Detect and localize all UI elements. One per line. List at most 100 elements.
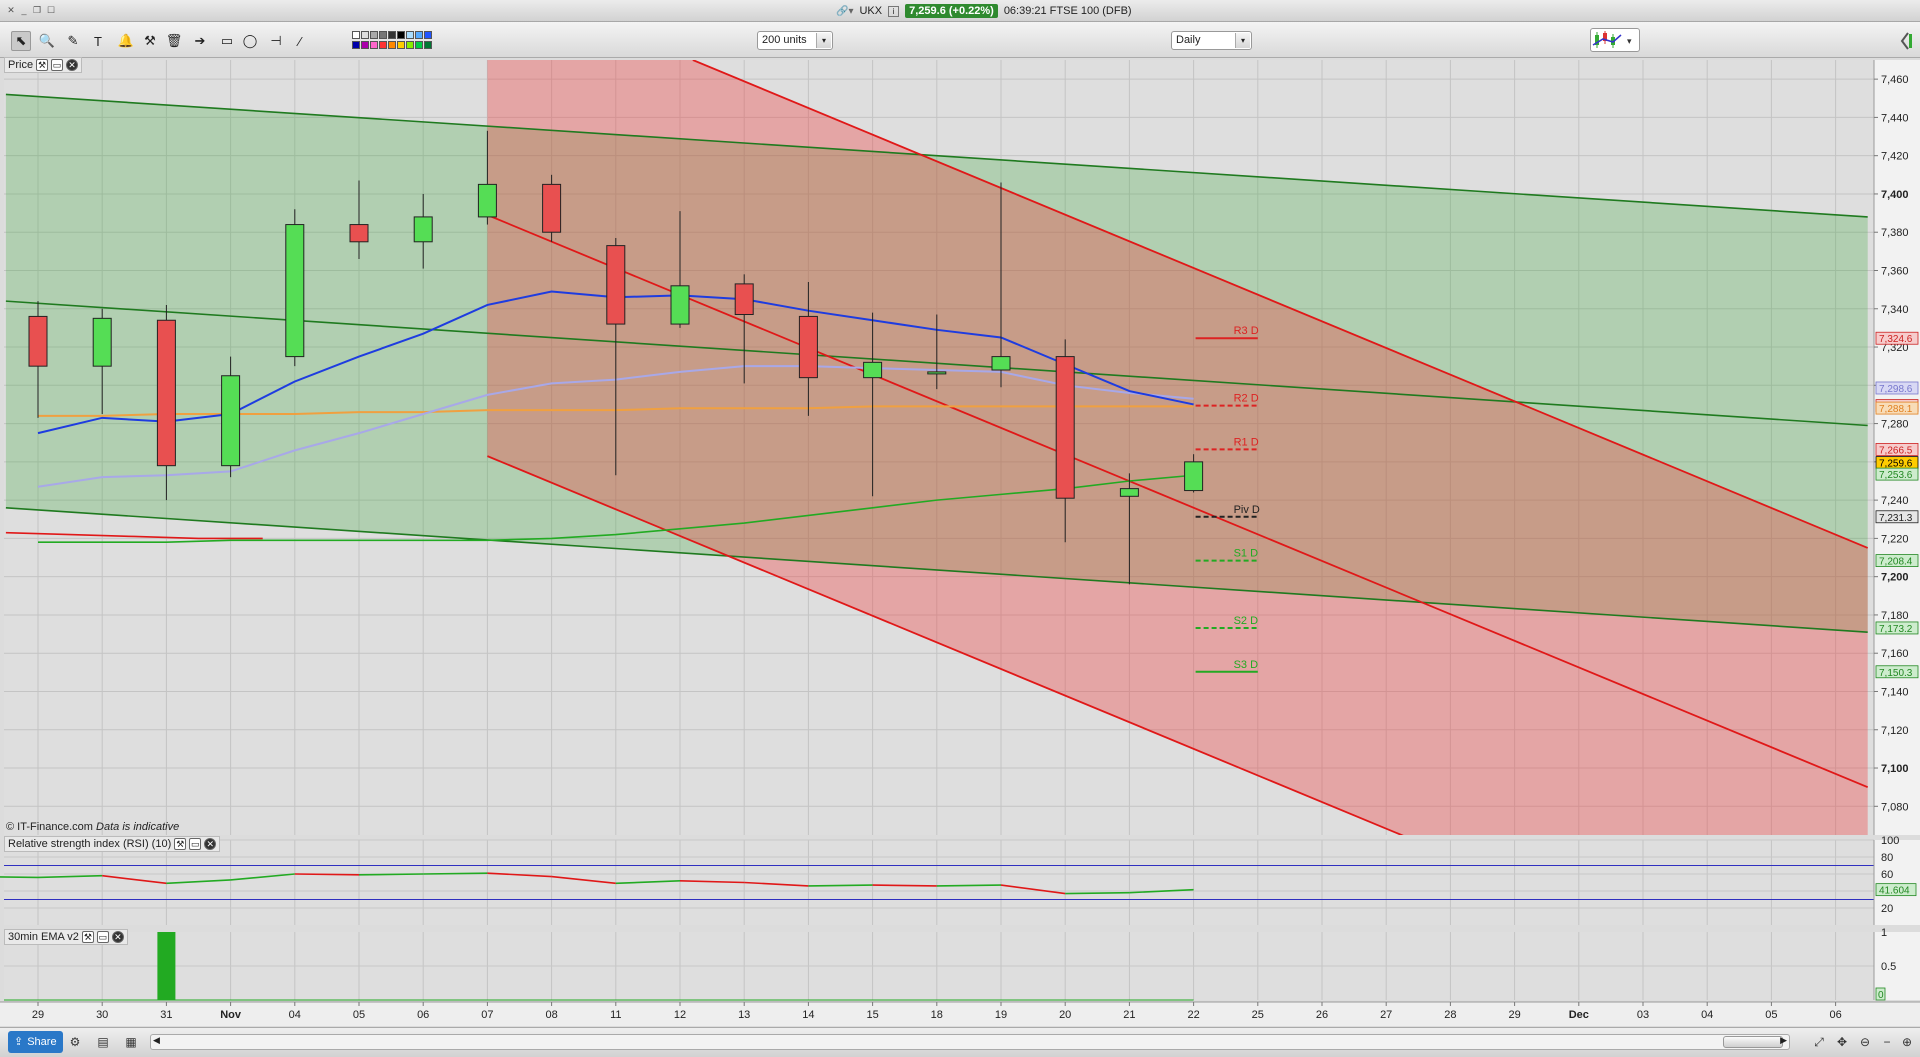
ema-tag-label: 0 [1878,990,1884,1001]
share-icon: ⇪ [14,1036,24,1048]
pan-icon[interactable]: ✥ [1833,1033,1851,1051]
panel-toggle-icon[interactable] [1896,30,1914,52]
price-tag-label: 7,253.6 [1879,470,1913,481]
zoom-in-icon[interactable]: ⊕ [1898,1033,1916,1051]
rectangle-icon[interactable]: ▭ [217,31,237,51]
ellipse-icon[interactable]: ◯ [240,31,260,51]
color-swatch[interactable] [379,41,387,49]
measure-icon[interactable]: ⚒ [140,31,160,51]
color-swatch[interactable] [406,41,414,49]
window-titlebar: ✕ _ ❐ ☐ 🔗▾ UKX i 7,259.6 (+0.22%) 06:39:… [0,0,1920,22]
pivot-label: S2 D [1234,615,1259,627]
candle-body [734,283,754,316]
settings-icon[interactable]: ⚙ [66,1033,84,1051]
scroll-left-icon[interactable]: ◀ [153,1035,160,1046]
color-swatch[interactable] [370,31,378,39]
chart-area[interactable]: R3 D R2 D R1 D Piv D S1 D S2 D S3 D 7,080 7,100 7… [0,58,1920,1026]
chart-scrollbar[interactable]: ◀ ▶ [150,1034,1790,1050]
color-swatch[interactable] [370,41,378,49]
x-tick-label: 08 [545,1009,557,1021]
color-swatch[interactable] [352,41,360,49]
rsi-panel-bg [4,840,1874,925]
color-swatch[interactable] [406,31,414,39]
price-tick-label: 7,080 [1881,801,1909,813]
hline-icon[interactable]: ⊣ [266,31,286,51]
color-swatch[interactable] [397,41,405,49]
window-title: 🔗▾ UKX i 7,259.6 (+0.22%) 06:39:21 FTSE … [836,3,1132,19]
candle-body [927,371,947,375]
price-tag-label: 7,173.2 [1879,624,1913,635]
scroll-right-icon[interactable]: ▶ [1780,1035,1787,1046]
x-tick-label: 15 [866,1009,878,1021]
x-tick-label: 06 [417,1009,429,1021]
maximize-panel-icon[interactable]: ▭ [96,931,109,943]
close-panel-icon[interactable]: ✕ [66,59,79,71]
zoom-out-icon[interactable]: ⊖ [1856,1033,1874,1051]
wrench-icon[interactable]: ⚒ [174,838,187,850]
close-window-icon[interactable]: ✕ [6,5,16,15]
rsi-tick-label: 20 [1881,903,1893,915]
annotation-icon[interactable]: ✎ [63,31,83,51]
status-bar: ⇪ Share ⚙ ▤ ▦ ◀ ▶ ⤢ ✥ ⊖ − ⊕ [0,1027,1920,1057]
color-swatch[interactable] [415,41,423,49]
x-tick-label: 14 [802,1009,814,1021]
color-swatch[interactable] [397,31,405,39]
share-button[interactable]: ⇪ Share [8,1031,63,1053]
color-swatch[interactable] [388,31,396,39]
price-tick-label: 7,220 [1881,533,1909,545]
color-swatch[interactable] [361,41,369,49]
color-swatch[interactable] [361,31,369,39]
interval-select[interactable]: Daily ▾ [1171,31,1252,50]
price-tick-label: 7,120 [1881,725,1909,737]
units-select-value: 200 units [762,34,807,46]
maximize-window-icon[interactable]: ☐ [46,5,56,15]
zoom-minus-icon[interactable]: − [1878,1033,1896,1051]
rsi-line-segment [358,873,424,876]
arrow-icon[interactable]: ➔ [190,31,210,51]
x-tick-label: 26 [1316,1009,1328,1021]
indicator-menu-button[interactable]: ▾ [1590,28,1640,52]
link-icon[interactable]: 🔗▾ [836,6,853,17]
x-tick-label: 20 [1059,1009,1071,1021]
close-panel-icon[interactable]: ✕ [111,931,124,943]
calculator-icon[interactable]: ▤ [94,1033,112,1051]
color-swatch[interactable] [415,31,423,39]
rsi-tick-label: 60 [1881,869,1893,881]
x-tick-label: 29 [32,1009,44,1021]
color-swatch[interactable] [352,31,360,39]
info-icon[interactable]: i [888,5,900,17]
units-select[interactable]: 200 units ▾ [757,31,833,50]
rsi-panel-label: Relative strength index (RSI) (10) ⚒ ▭ ✕ [4,836,221,852]
rsi-panel-title: Relative strength index (RSI) (10) [8,838,172,850]
restore-window-icon[interactable]: ❐ [32,5,42,15]
text-icon[interactable]: T [88,31,108,51]
wrench-icon[interactable]: ⚒ [36,59,49,71]
trendline-icon[interactable]: ⁄ [290,31,310,51]
grid-icon[interactable]: ▦ [122,1033,140,1051]
color-swatch[interactable] [388,41,396,49]
ema-tick-label: 0.5 [1881,961,1896,973]
color-swatch[interactable] [379,31,387,39]
minimize-window-icon[interactable]: _ [19,5,29,15]
price-tick-label: 7,140 [1881,686,1909,698]
pivot-label: R3 D [1234,325,1259,337]
maximize-panel-icon[interactable]: ▭ [51,59,64,71]
delete-icon[interactable]: 🗑 [164,31,184,51]
wrench-icon[interactable]: ⚒ [81,931,94,943]
x-tick-label: 06 [1829,1009,1841,1021]
fit-chart-icon[interactable]: ⤢ [1810,1033,1828,1051]
color-swatch[interactable] [424,41,432,49]
scroll-thumb[interactable] [1723,1036,1783,1048]
x-tick-label: 21 [1123,1009,1135,1021]
rsi-line-segment [294,873,360,876]
cursor-icon[interactable]: ⬉ [11,31,31,51]
zoom-icon[interactable]: 🔍 [37,31,57,51]
maximize-panel-icon[interactable]: ▭ [189,838,202,850]
color-swatch[interactable] [424,31,432,39]
price-change-badge: 7,259.6 (+0.22%) [905,4,998,18]
price-tag-label: 7,150.3 [1879,668,1913,679]
rsi-line-segment [872,884,937,887]
close-panel-icon[interactable]: ✕ [204,838,217,850]
price-panel-title: Price [8,59,34,71]
bell-icon[interactable]: 🔔 [116,31,136,51]
